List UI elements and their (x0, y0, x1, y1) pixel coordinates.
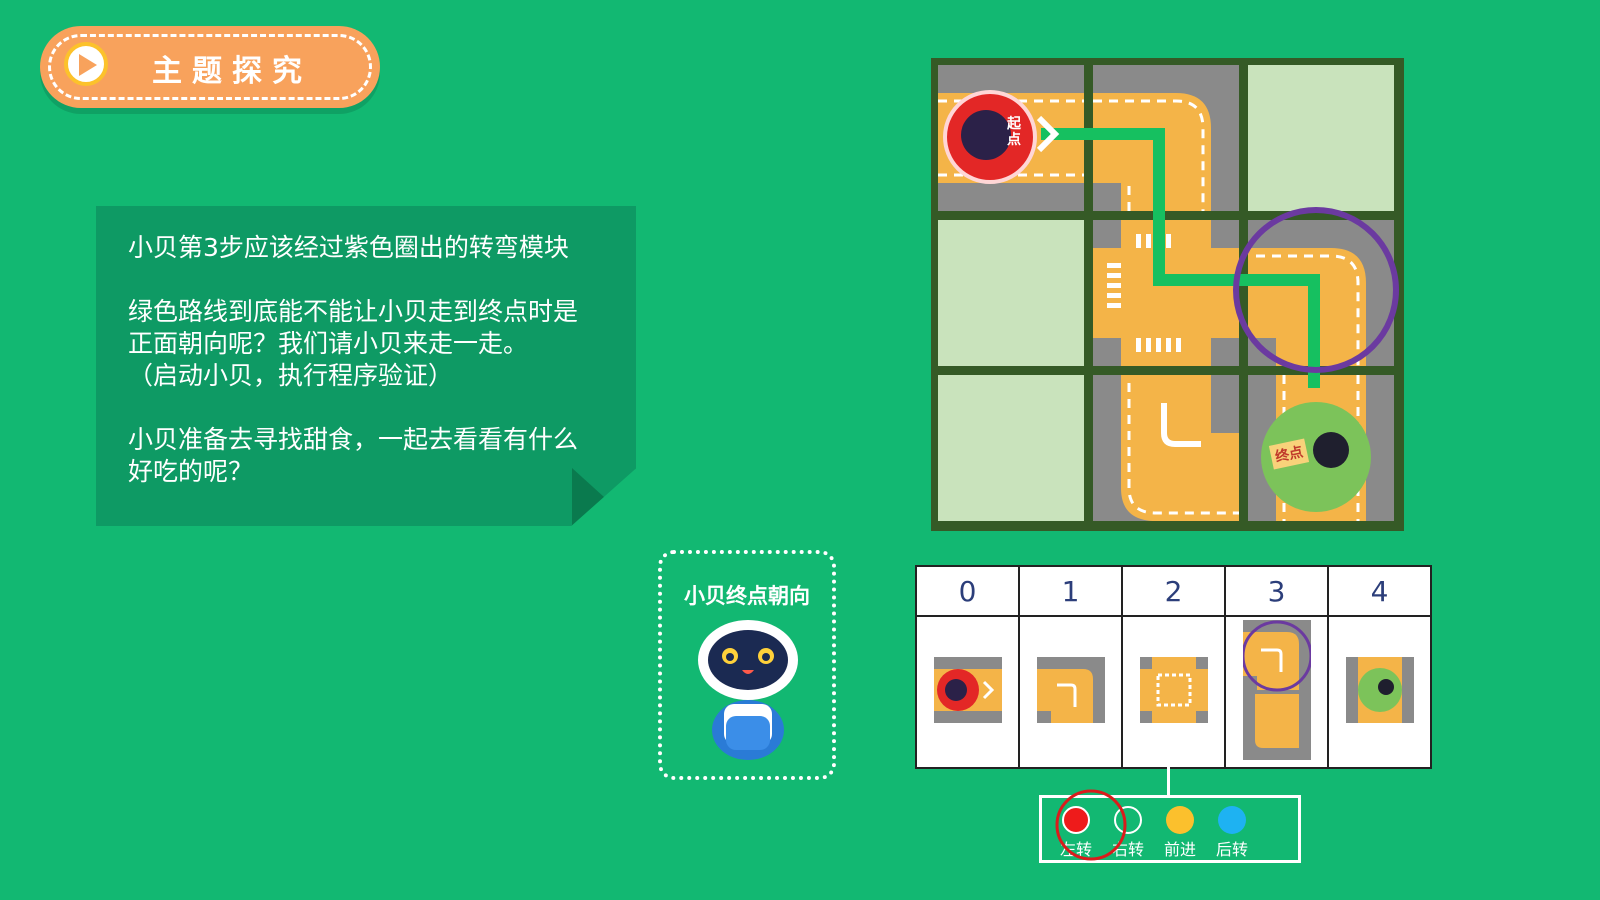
instruction-line-2a: 绿色路线到底能不能让小贝走到终点时是 (128, 297, 579, 326)
legend-item-back-turn[interactable]: 后转 (1210, 806, 1254, 860)
instruction-line-2c: （启动小贝，执行程序验证） (128, 361, 454, 390)
blue-dot-icon (1218, 806, 1246, 834)
instruction-line-3a: 小贝准备去寻找甜食，一起去看看有什么 (128, 425, 579, 454)
instruction-line-1: 小贝第3步应该经过紫色圈出的转弯模块 (128, 233, 569, 262)
note-fold (572, 468, 636, 526)
step-header-4: 4 (1327, 565, 1432, 617)
step-tile-4[interactable] (1327, 615, 1432, 769)
red-highlight-circle (1055, 789, 1127, 861)
instruction-line-2b: 正面朝向呢？我们请小贝来走一走。 (128, 329, 529, 358)
instruction-line-3b: 好吃的呢？ (128, 457, 254, 486)
robot-face-icon (961, 110, 1011, 160)
robot-panel-title: 小贝终点朝向 (684, 584, 810, 608)
robot-face-icon (1313, 432, 1349, 468)
play-icon[interactable] (64, 42, 108, 86)
step-header-2: 2 (1121, 565, 1226, 617)
legend-label: 后转 (1215, 840, 1248, 859)
yellow-dot-icon (1166, 806, 1194, 834)
robot-orientation-panel: 小贝终点朝向 (658, 550, 836, 780)
route-map: 起点 终点 (931, 58, 1404, 531)
end-badge: 终点 (1261, 402, 1371, 512)
robot-icon (698, 620, 798, 760)
command-legend: 左转 右转 前进 后转 (1039, 789, 1301, 863)
legend-connector (1167, 767, 1170, 797)
section-title: 主题探究 (152, 54, 312, 89)
step-table: 0 1 2 3 4 (915, 565, 1432, 769)
legend-item-forward[interactable]: 前进 (1158, 806, 1202, 860)
step-tile-2[interactable] (1121, 615, 1226, 769)
start-badge: 起点 (943, 90, 1037, 184)
step-tile-3[interactable] (1224, 615, 1329, 769)
step-header-3: 3 (1224, 565, 1329, 617)
start-label: 起点 (1007, 116, 1021, 148)
legend-label: 前进 (1163, 840, 1196, 859)
step-tile-1[interactable] (1018, 615, 1123, 769)
instruction-note: 小贝第3步应该经过紫色圈出的转弯模块 绿色路线到底能不能让小贝走到终点时是 正面… (96, 206, 636, 526)
section-title-pill: 主题探究 (40, 26, 380, 108)
step-header-1: 1 (1018, 565, 1123, 617)
end-label: 终点 (1268, 438, 1310, 470)
step-header-0: 0 (915, 565, 1020, 617)
step-tile-0[interactable] (915, 615, 1020, 769)
